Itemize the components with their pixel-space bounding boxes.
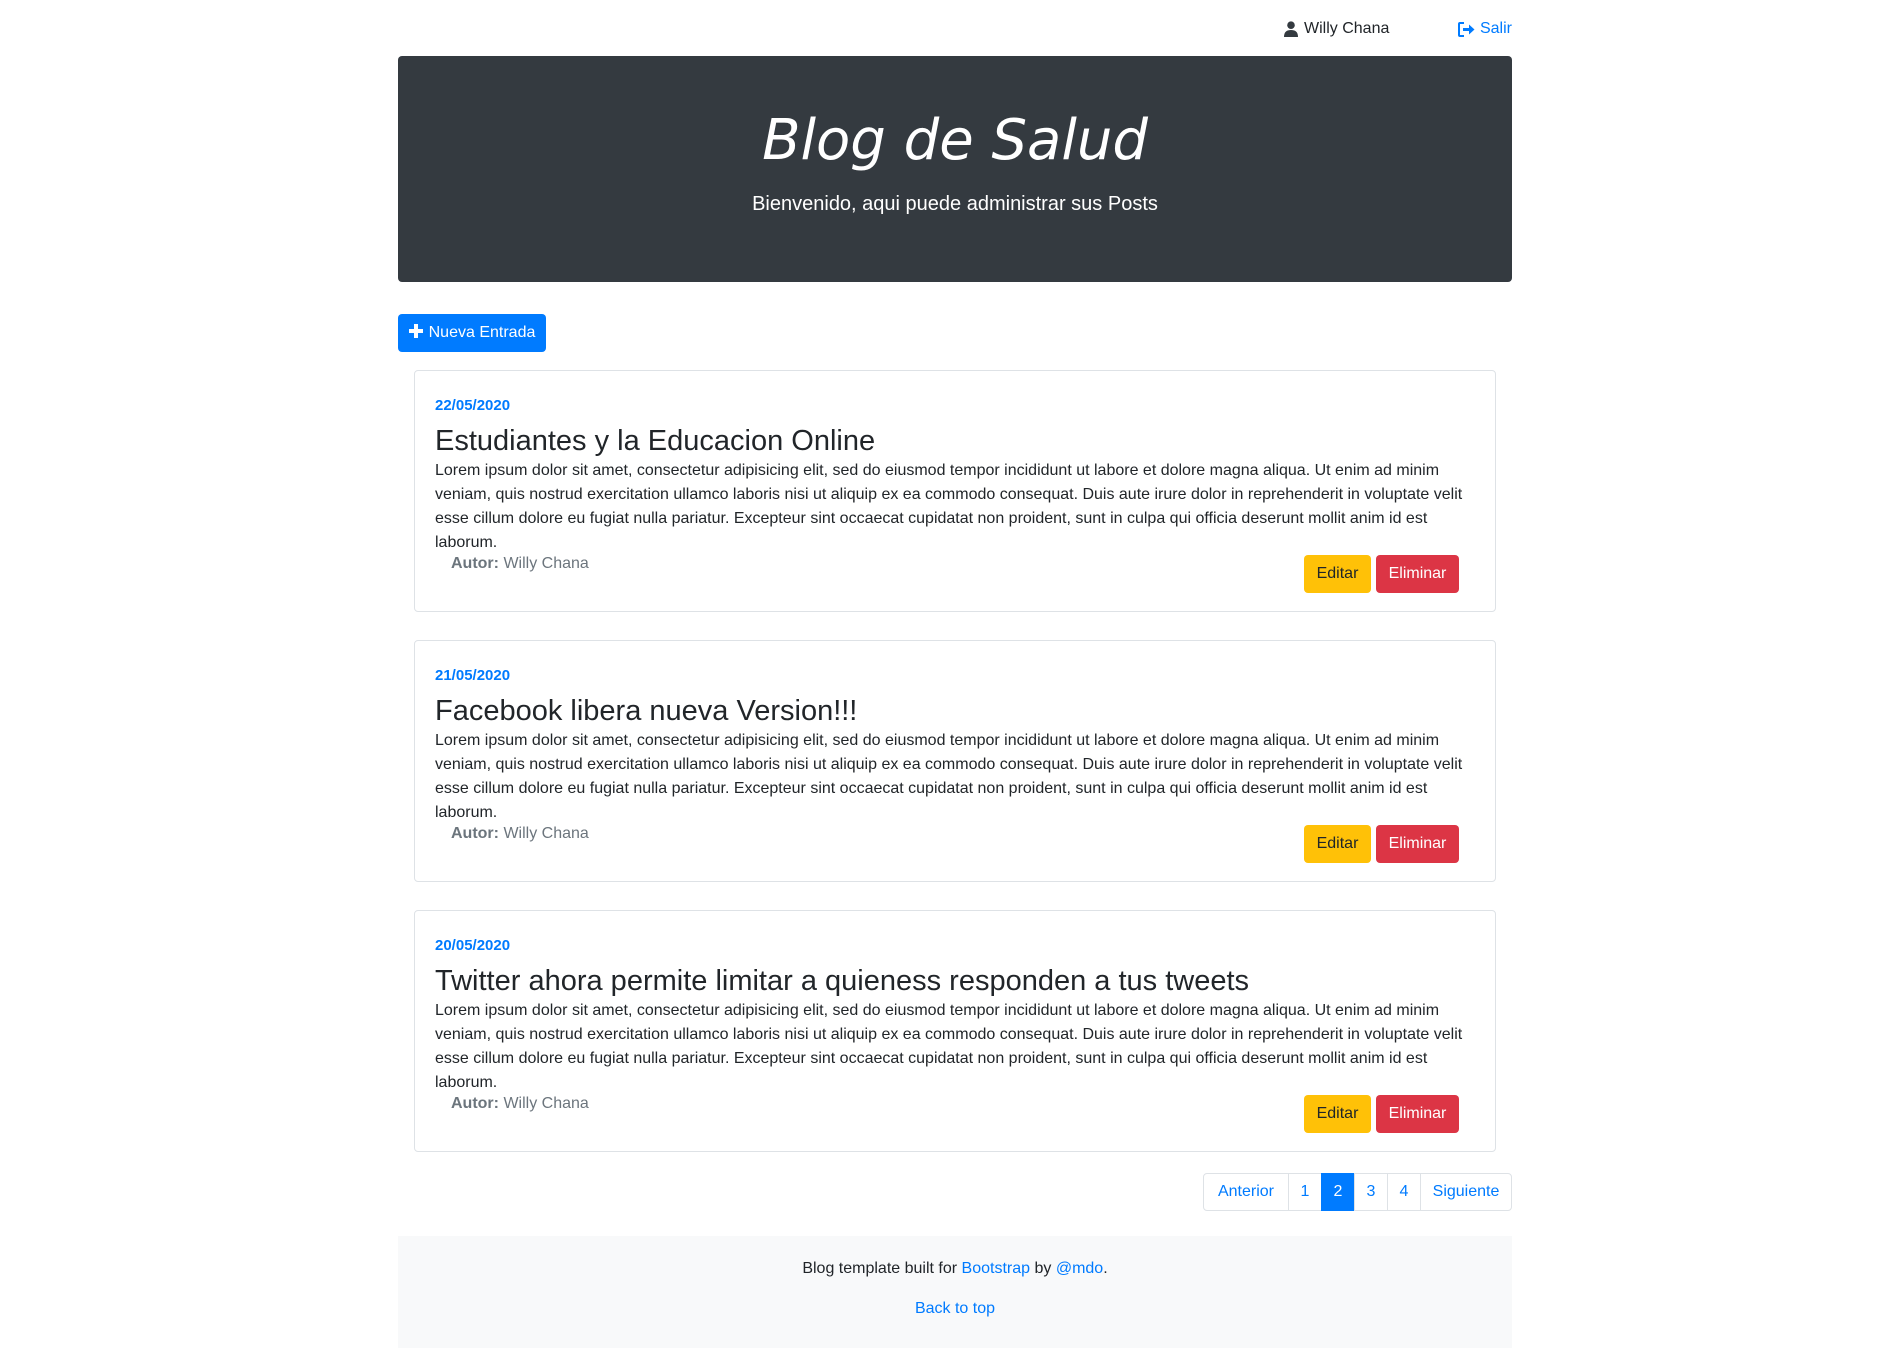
edit-button[interactable]: Editar bbox=[1304, 1095, 1371, 1133]
footer-back: Back to top bbox=[398, 1300, 1512, 1318]
post-body: Lorem ipsum dolor sit amet, consectetur … bbox=[435, 1002, 1463, 1091]
blog-subtitle: Bienvenido, aqui puede administrar sus P… bbox=[752, 193, 1158, 215]
pagination: Anterior 1 2 3 4 Siguiente bbox=[1203, 1173, 1512, 1211]
delete-button[interactable]: Eliminar bbox=[1376, 555, 1459, 593]
top-bar: Willy Chana Salir bbox=[398, 0, 1512, 56]
current-user: Willy Chana bbox=[1284, 20, 1389, 38]
post-date: 21/05/2020 bbox=[435, 667, 511, 684]
page-link-2[interactable]: 2 bbox=[1321, 1173, 1355, 1211]
post-card: 22/05/2020 Estudiantes y la Educacion On… bbox=[414, 370, 1496, 612]
post-card: 20/05/2020 Twitter ahora permite limitar… bbox=[414, 910, 1496, 1152]
back-to-top-link[interactable]: Back to top bbox=[915, 1300, 995, 1317]
author-label: Autor: bbox=[451, 555, 499, 572]
plus-icon bbox=[408, 323, 423, 343]
footer-text-suffix: . bbox=[1103, 1260, 1108, 1277]
post-author: Autor: Willy Chana bbox=[451, 825, 589, 843]
post-title: Facebook libera nueva Version!!! bbox=[435, 695, 858, 727]
page-link-3[interactable]: 3 bbox=[1354, 1173, 1388, 1211]
sign-out-icon bbox=[1457, 21, 1475, 37]
post-author: Autor: Willy Chana bbox=[451, 555, 589, 573]
blog-title: Blog de Salud bbox=[762, 108, 1148, 173]
post-date: 20/05/2020 bbox=[435, 937, 511, 954]
post-body: Lorem ipsum dolor sit amet, consectetur … bbox=[435, 732, 1463, 821]
footer-text-prefix: Blog template built for bbox=[802, 1260, 958, 1277]
author-label: Autor: bbox=[451, 1095, 499, 1112]
page-container: Willy Chana Salir Blog de Salud Bienveni… bbox=[398, 0, 1512, 1348]
user-icon bbox=[1284, 21, 1298, 37]
page-prev[interactable]: Anterior bbox=[1203, 1173, 1289, 1211]
delete-button[interactable]: Eliminar bbox=[1376, 1095, 1459, 1133]
author-name: Willy Chana bbox=[503, 825, 589, 842]
user-name: Willy Chana bbox=[1304, 20, 1390, 37]
page-link-1[interactable]: 1 bbox=[1288, 1173, 1322, 1211]
post-card: 21/05/2020 Facebook libera nueva Version… bbox=[414, 640, 1496, 882]
bootstrap-link[interactable]: Bootstrap bbox=[962, 1260, 1030, 1277]
author-link[interactable]: @mdo bbox=[1056, 1260, 1103, 1277]
delete-button[interactable]: Eliminar bbox=[1376, 825, 1459, 863]
new-entry-label: Nueva Entrada bbox=[428, 324, 536, 341]
page-link-4[interactable]: 4 bbox=[1387, 1173, 1421, 1211]
author-label: Autor: bbox=[451, 825, 499, 842]
footer: Blog template built for Bootstrap by @md… bbox=[398, 1236, 1512, 1348]
logout-label: Salir bbox=[1479, 20, 1512, 37]
edit-button[interactable]: Editar bbox=[1304, 555, 1371, 593]
hero-banner: Blog de Salud Bienvenido, aqui puede adm… bbox=[398, 56, 1512, 282]
post-author: Autor: Willy Chana bbox=[451, 1095, 589, 1113]
post-title: Estudiantes y la Educacion Online bbox=[435, 425, 876, 457]
page-next[interactable]: Siguiente bbox=[1420, 1173, 1512, 1211]
post-title: Twitter ahora permite limitar a quieness… bbox=[435, 965, 1250, 997]
new-entry-button[interactable]: Nueva Entrada bbox=[398, 314, 546, 352]
post-body: Lorem ipsum dolor sit amet, consectetur … bbox=[435, 462, 1463, 551]
author-name: Willy Chana bbox=[503, 555, 589, 572]
footer-credit: Blog template built for Bootstrap by @md… bbox=[398, 1260, 1512, 1278]
post-date: 22/05/2020 bbox=[435, 397, 511, 414]
logout-link[interactable]: Salir bbox=[1457, 20, 1512, 38]
footer-text-by: by bbox=[1034, 1260, 1052, 1277]
edit-button[interactable]: Editar bbox=[1304, 825, 1371, 863]
author-name: Willy Chana bbox=[503, 1095, 589, 1112]
